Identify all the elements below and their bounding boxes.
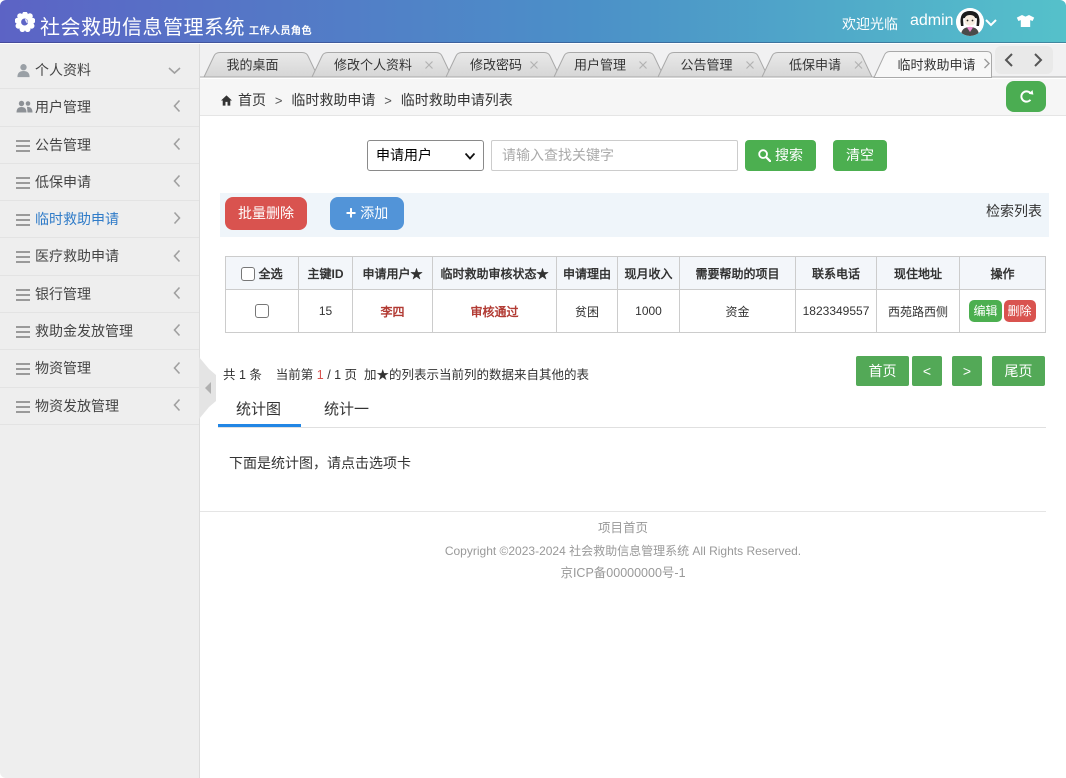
svg-text:修改个人资料: 修改个人资料 xyxy=(334,57,412,72)
svg-text:临时救助申请: 临时救助申请 xyxy=(897,57,975,72)
svg-text:用户管理: 用户管理 xyxy=(574,57,626,72)
svg-text:公告管理: 公告管理 xyxy=(680,57,732,72)
svg-text:低保申请: 低保申请 xyxy=(789,57,841,72)
svg-text:我的桌面: 我的桌面 xyxy=(226,57,278,72)
svg-text:修改密码: 修改密码 xyxy=(470,57,522,72)
